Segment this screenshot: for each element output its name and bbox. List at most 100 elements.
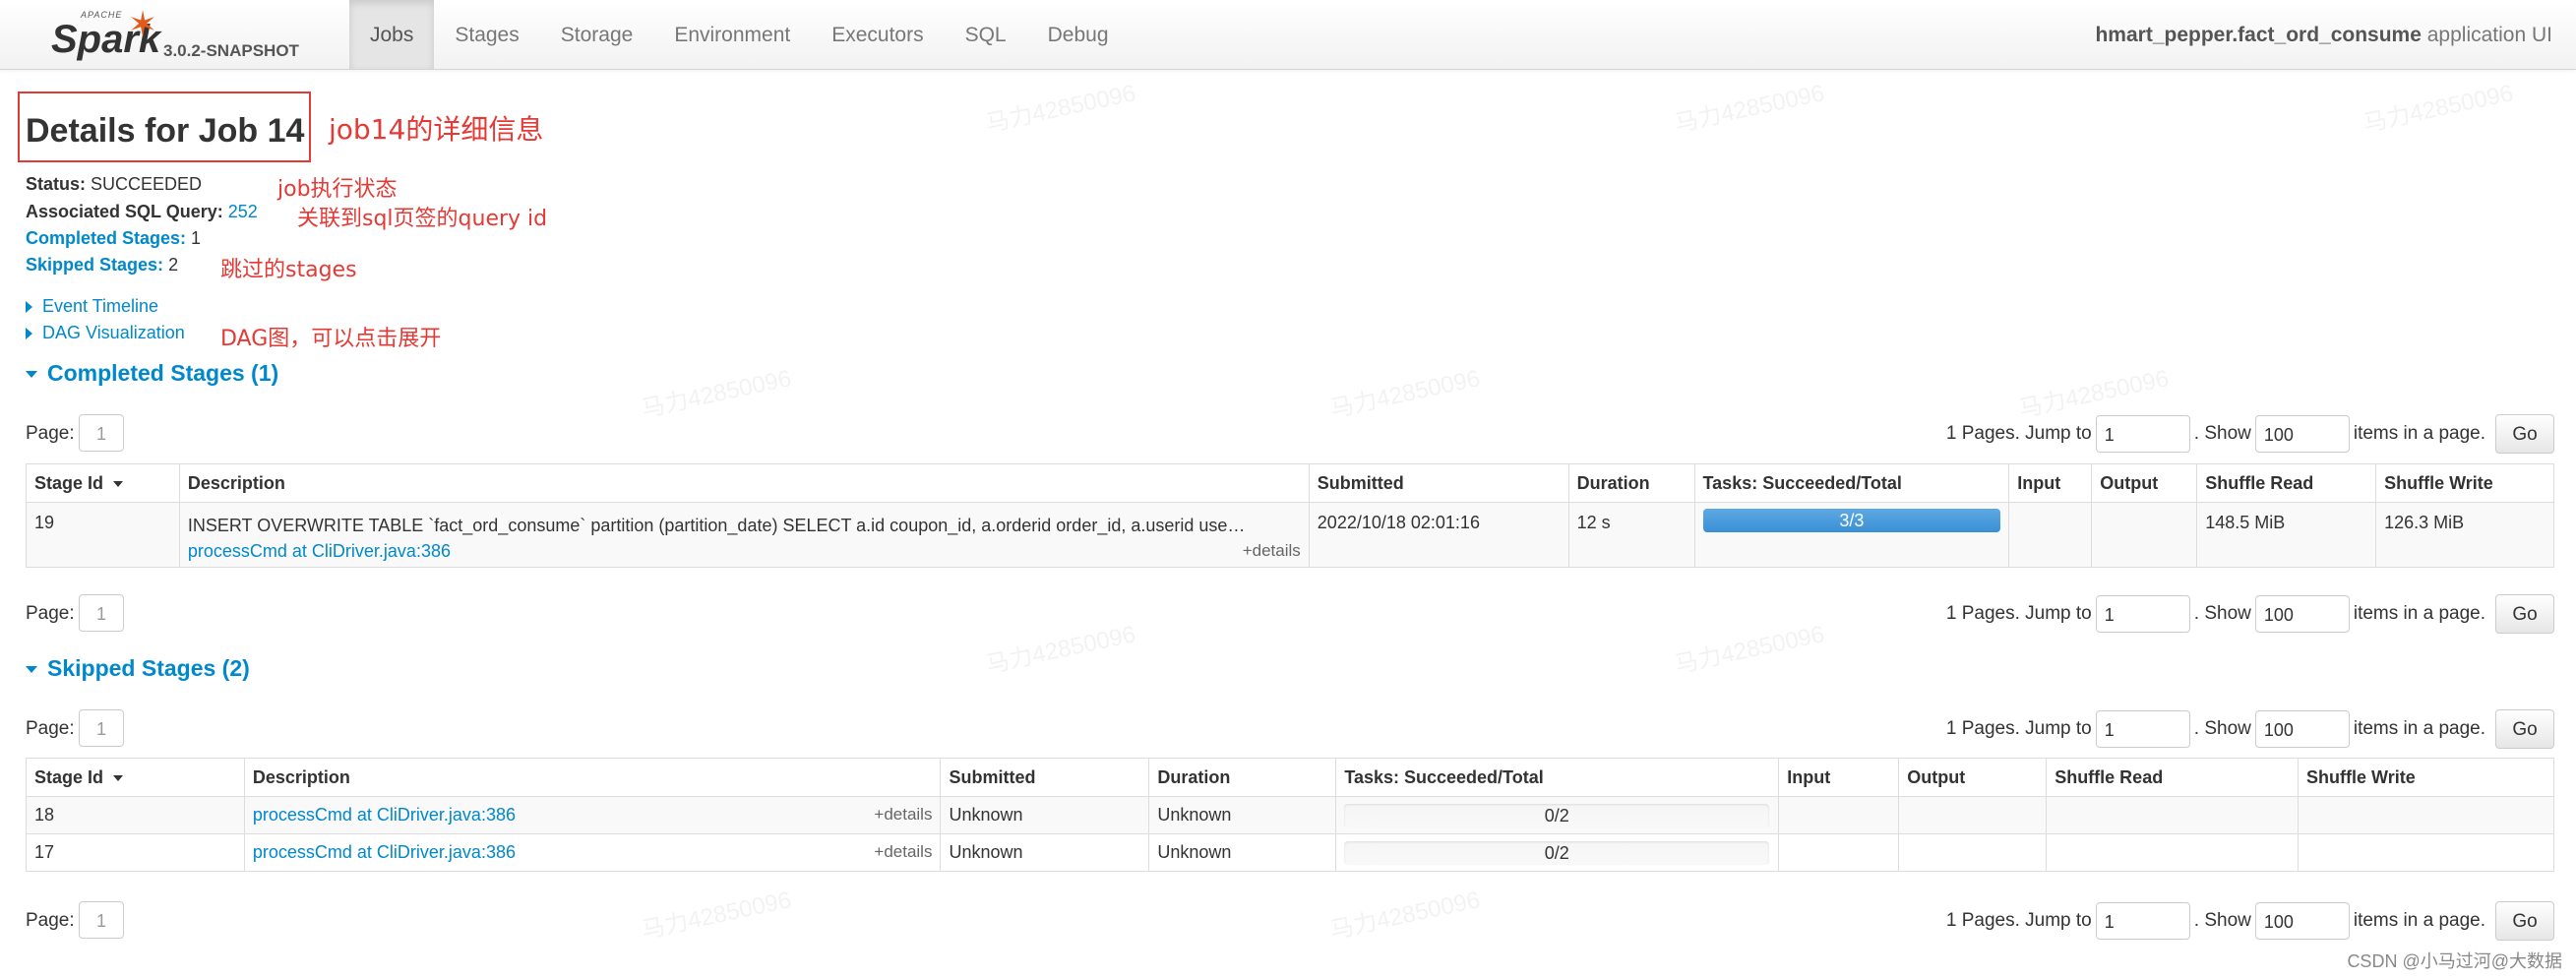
col-stage-id[interactable]: Stage Id (26, 758, 245, 797)
stage-description: INSERT OVERWRITE TABLE `fact_ord_consume… (187, 516, 1246, 535)
col-submitted[interactable]: Submitted (940, 758, 1150, 797)
col-description[interactable]: Description (243, 758, 942, 797)
shuffle-read (2046, 796, 2300, 834)
page-size-input[interactable]: 100 (2254, 710, 2350, 748)
stage-link[interactable]: processCmd at CliDriver.java:386 (253, 842, 516, 862)
status-value: SUCCEEDED (91, 174, 203, 194)
nav-tabs: Jobs Stages Storage Environment Executor… (349, 0, 1130, 69)
completed-pager-top: Page: 1 1 Pages. Jump to 1 . Show 100 it… (26, 414, 2554, 454)
stage-id: 18 (26, 796, 245, 834)
col-shuffle-write[interactable]: Shuffle Write (2298, 758, 2554, 797)
col-shuffle-read[interactable]: Shuffle Read (2196, 463, 2377, 503)
col-stage-id[interactable]: Stage Id (26, 463, 180, 503)
details-toggle[interactable]: +details (874, 842, 932, 862)
col-tasks[interactable]: Tasks: Succeeded/Total (1335, 758, 1780, 797)
col-output[interactable]: Output (1898, 758, 2048, 797)
caret-down-icon (26, 371, 37, 379)
details-toggle[interactable]: +details (1243, 538, 1301, 564)
tab-debug[interactable]: Debug (1027, 0, 1130, 69)
completed-stages-header[interactable]: Completed Stages (1) (26, 360, 278, 387)
input-size (1778, 796, 1900, 834)
page-size-input[interactable]: 100 (2254, 595, 2350, 633)
sql-query-link[interactable]: 252 (228, 202, 258, 221)
page-number-button[interactable]: 1 (79, 594, 124, 632)
col-shuffle-write[interactable]: Shuffle Write (2375, 463, 2554, 503)
duration: Unknown (1148, 833, 1337, 872)
col-duration[interactable]: Duration (1148, 758, 1337, 797)
page-number-button[interactable]: 1 (79, 709, 124, 747)
app-name: hmart_pepper.fact_ord_consume applicatio… (2095, 24, 2552, 46)
page-number-button[interactable]: 1 (79, 414, 124, 452)
jump-to-input[interactable]: 1 (2095, 710, 2190, 748)
go-button[interactable]: Go (2495, 414, 2554, 454)
skipped-stages-header[interactable]: Skipped Stages (2) (26, 655, 250, 682)
go-button[interactable]: Go (2495, 594, 2554, 634)
page-number-button[interactable]: 1 (79, 901, 124, 939)
skipped-stages-table: Stage Id Description Submitted Duration … (26, 758, 2554, 872)
caret-down-icon (26, 666, 37, 674)
shuffle-write: 126.3 MiB (2375, 502, 2554, 568)
tab-executors[interactable]: Executors (811, 0, 944, 69)
duration: Unknown (1148, 796, 1337, 834)
stage-link[interactable]: processCmd at CliDriver.java:386 (253, 805, 516, 825)
completed-stages-line: Completed Stages: 1 (26, 228, 202, 248)
dag-visualization-toggle[interactable]: DAG Visualization (26, 323, 185, 343)
col-tasks[interactable]: Tasks: Succeeded/Total (1693, 463, 2010, 503)
table-header-row: Stage Id Description Submitted Duration … (26, 758, 2554, 797)
tab-environment[interactable]: Environment (653, 0, 811, 69)
annotation-dag: DAG图，可以点击展开 (220, 327, 442, 351)
stage-id: 17 (26, 833, 245, 872)
completed-stages-link[interactable]: Completed Stages: (26, 228, 186, 248)
skipped-pager-top: Page: 1 1 Pages. Jump to 1 . Show 100 it… (26, 709, 2554, 749)
table-row: 19 INSERT OVERWRITE TABLE `fact_ord_cons… (26, 502, 2554, 568)
details-toggle[interactable]: +details (874, 805, 932, 825)
duration: 12 s (1567, 502, 1695, 568)
page-size-input[interactable]: 100 (2254, 902, 2350, 940)
caret-right-icon (26, 301, 32, 314)
event-timeline-toggle[interactable]: Event Timeline (26, 296, 158, 317)
sort-desc-icon (113, 774, 124, 781)
table-row: 17 processCmd at CliDriver.java:386 +deta… (26, 833, 2554, 872)
col-output[interactable]: Output (2091, 463, 2198, 503)
completed-pager-bottom: Page: 1 1 Pages. Jump to 1 . Show 100 it… (26, 594, 2554, 634)
col-shuffle-read[interactable]: Shuffle Read (2046, 758, 2300, 797)
submitted-time: 2022/10/18 02:01:16 (1308, 502, 1569, 568)
watermark: 马力42850096 (2361, 80, 2516, 138)
output-size (2091, 502, 2198, 568)
jump-to-input[interactable]: 1 (2095, 902, 2190, 940)
col-duration[interactable]: Duration (1567, 463, 1695, 503)
tab-jobs[interactable]: Jobs (349, 0, 435, 69)
spark-logo[interactable]: APACHE Spark ✶ 3.0.2-SNAPSHOT (51, 4, 307, 63)
jump-to-input[interactable]: 1 (2095, 415, 2190, 453)
col-input[interactable]: Input (2008, 463, 2093, 503)
spark-version: 3.0.2-SNAPSHOT (163, 41, 299, 60)
shuffle-write (2298, 796, 2554, 834)
annotation-skipped: 跳过的stages (220, 258, 357, 282)
go-button[interactable]: Go (2495, 901, 2554, 941)
submitted-time: Unknown (940, 796, 1150, 834)
csdn-footer: CSDN @小马过河@大数据 (2347, 951, 2562, 971)
table-header-row: Stage Id Description Submitted Duration … (26, 463, 2554, 503)
watermark: 马力42850096 (1672, 80, 1827, 138)
submitted-time: Unknown (940, 833, 1150, 872)
input-size (2008, 502, 2093, 568)
input-size (1778, 833, 1900, 872)
go-button[interactable]: Go (2495, 709, 2554, 749)
col-description[interactable]: Description (178, 463, 1310, 503)
skipped-stages-line: Skipped Stages: 2 (26, 255, 179, 275)
jump-to-input[interactable]: 1 (2095, 595, 2190, 633)
annotation-sql: 关联到sql页签的query id (297, 207, 548, 231)
annotation-status: job执行状态 (277, 177, 398, 202)
annotation-job: job14的详细信息 (329, 113, 544, 146)
skipped-pager-bottom: Page: 1 1 Pages. Jump to 1 . Show 100 it… (26, 901, 2554, 941)
col-submitted[interactable]: Submitted (1308, 463, 1569, 503)
completed-stages-table: Stage Id Description Submitted Duration … (26, 463, 2554, 568)
tab-storage[interactable]: Storage (540, 0, 654, 69)
tab-sql[interactable]: SQL (945, 0, 1027, 69)
tab-stages[interactable]: Stages (434, 0, 539, 69)
skipped-stages-link[interactable]: Skipped Stages: (26, 255, 163, 275)
stage-link[interactable]: processCmd at CliDriver.java:386 (188, 541, 451, 561)
page-size-input[interactable]: 100 (2254, 415, 2350, 453)
col-input[interactable]: Input (1778, 758, 1900, 797)
stage-id: 19 (26, 502, 180, 568)
